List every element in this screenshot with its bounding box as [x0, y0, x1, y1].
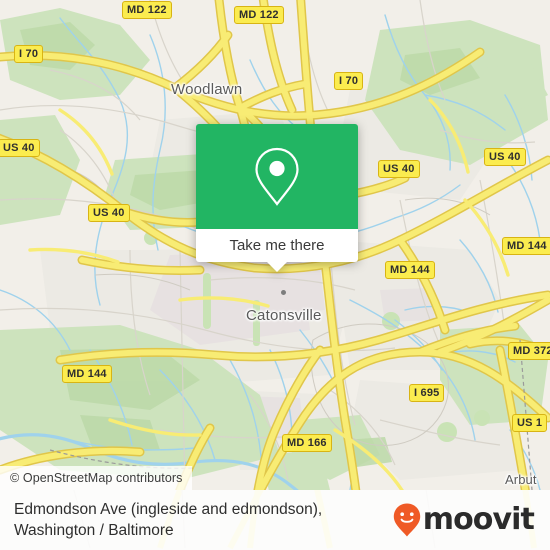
poi-card-image [196, 124, 358, 229]
place-dot-catonsville [281, 290, 286, 295]
road-shield: MD 122 [234, 6, 284, 24]
place-label-arbutus: Arbut [505, 472, 537, 487]
moovit-pin-icon [393, 503, 420, 537]
place-label-catonsville: Catonsville [246, 307, 322, 324]
take-me-there-label: Take me there [229, 237, 325, 254]
road-shield: MD 166 [282, 434, 332, 452]
road-shield: I 70 [14, 45, 44, 63]
road-shield: MD 144 [502, 237, 550, 255]
road-shield: US 40 [378, 160, 420, 178]
road-shield: US 40 [484, 148, 526, 166]
take-me-there-button[interactable]: Take me there [196, 229, 358, 262]
map-attribution-text: © OpenStreetMap contributors [10, 471, 183, 485]
road-shield: MD 372 [508, 342, 550, 360]
page-footer: Edmondson Ave (ingleside and edmondson),… [0, 490, 550, 550]
road-shield: I 70 [334, 72, 364, 90]
map-attribution[interactable]: © OpenStreetMap contributors [0, 466, 192, 490]
road-shield: MD 144 [385, 261, 435, 279]
moovit-station-page: MD 122 MD 122 I 70 I 70 US 40 US 40 US 4… [0, 0, 550, 550]
map-viewport[interactable]: MD 122 MD 122 I 70 I 70 US 40 US 40 US 4… [0, 0, 550, 490]
road-shield: US 40 [0, 139, 40, 157]
station-title-line2: Washington / Baltimore [14, 522, 174, 539]
road-shield: I 695 [409, 384, 445, 402]
place-label-woodlawn: Woodlawn [171, 81, 243, 98]
poi-callout-card[interactable]: Take me there [196, 124, 358, 272]
road-shield: US 40 [88, 204, 130, 222]
moovit-logo[interactable]: moovit [392, 502, 535, 538]
poi-card-tail [267, 262, 287, 272]
road-shield: MD 122 [122, 1, 172, 19]
map-pin-icon [255, 147, 299, 206]
station-title-line1: Edmondson Ave (ingleside and edmondson), [14, 501, 323, 518]
station-title: Edmondson Ave (ingleside and edmondson),… [14, 499, 322, 541]
road-shield: MD 144 [62, 365, 112, 383]
road-shield: US 1 [512, 414, 548, 432]
moovit-wordmark: moovit [422, 502, 535, 537]
